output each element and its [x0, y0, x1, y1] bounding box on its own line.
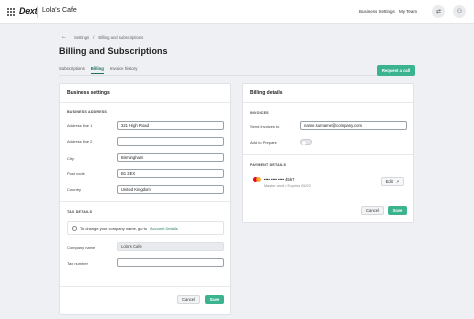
card-expiry: Expires 05/22	[287, 184, 311, 188]
breadcrumb-separator: /	[93, 34, 95, 40]
invoices-label: INVOICES	[250, 111, 269, 115]
post-code-label: Post code	[67, 171, 85, 176]
card-divider	[243, 102, 413, 103]
address-line-1-label: Address line 1	[67, 123, 93, 128]
request-call-button[interactable]: Request a call	[377, 65, 415, 76]
billing-save-button[interactable]: Save	[388, 206, 407, 215]
top-bar: Dext Lola's Cafe Business Settings My Te…	[0, 0, 474, 24]
address-line-2-label: Address line 2	[67, 139, 93, 144]
address-line-1-input[interactable]: 321 High Road	[117, 121, 224, 130]
account-details-link[interactable]: Account Details	[150, 226, 178, 231]
card-divider	[60, 286, 230, 287]
business-settings-card: Business settings BUSINESS ADDRESS Addre…	[59, 83, 231, 315]
billing-cancel-button[interactable]: Cancel	[361, 206, 384, 215]
dext-logo[interactable]: Dext	[19, 6, 38, 16]
breadcrumb-settings[interactable]: Settings	[74, 35, 89, 40]
country-label: Country	[67, 187, 82, 192]
tab-subscriptions[interactable]: Subscriptions	[59, 66, 85, 74]
edit-label: Edit	[385, 179, 393, 184]
card-meta: Master card • Expires 05/22	[264, 184, 311, 188]
city-label: City	[67, 156, 74, 161]
city-input[interactable]: Birmingham	[117, 153, 224, 162]
send-invoices-label: Send invoices to	[250, 124, 280, 129]
card-divider	[243, 154, 413, 155]
tab-billing[interactable]: Billing	[90, 66, 104, 74]
country-select[interactable]: United Kingdom	[117, 185, 224, 194]
external-link-icon: ↗	[395, 179, 400, 184]
company-name-label: Company name	[67, 245, 96, 250]
billing-details-card: Billing details INVOICES Send invoices t…	[242, 83, 414, 223]
business-settings-link[interactable]: Business Settings	[359, 9, 395, 14]
tax-number-label: Tax number	[67, 261, 88, 266]
info-icon	[72, 225, 77, 231]
tab-invoice-history[interactable]: Invoice history	[110, 66, 137, 74]
edit-card-button[interactable]: Edit ↗	[381, 177, 404, 186]
card-number: •••• •••• •••• 4567	[264, 177, 295, 182]
business-cancel-button[interactable]: Cancel	[177, 295, 200, 304]
card-divider	[60, 201, 230, 202]
send-invoices-input[interactable]: name.surname@company.com	[300, 121, 407, 130]
card-type: Master card	[264, 184, 285, 188]
business-address-label: BUSINESS ADDRESS	[67, 110, 108, 114]
billing-details-title: Billing details	[250, 90, 283, 96]
tax-number-input[interactable]	[117, 258, 224, 267]
card-meta-separator: •	[285, 184, 287, 188]
post-code-input[interactable]: B1 2EX	[117, 169, 224, 178]
address-line-2-input[interactable]	[117, 137, 224, 146]
company-name-input: Lola's Cafe	[117, 242, 224, 251]
tax-info-text: To change your company name, go to	[80, 225, 147, 231]
topbar-divider	[37, 6, 38, 18]
add-to-prepare-label: Add to Prepare	[250, 140, 277, 145]
tax-info-banner: To change your company name, go to Accou…	[67, 221, 224, 235]
add-to-prepare-toggle[interactable]	[300, 139, 312, 145]
tax-details-label: TAX DETAILS	[67, 210, 93, 214]
card-divider	[60, 102, 230, 103]
business-save-button[interactable]: Save	[205, 295, 224, 304]
tab-bar: Subscriptions Billing Invoice history	[59, 66, 137, 74]
business-settings-title: Business settings	[67, 90, 110, 96]
mastercard-icon	[253, 177, 261, 182]
back-arrow-icon[interactable]: ←	[61, 34, 67, 40]
tabs-divider	[59, 75, 414, 76]
my-team-link[interactable]: My Team	[399, 9, 417, 14]
breadcrumb: ← Settings / Billing and subscriptions	[61, 34, 143, 40]
user-menu-icon[interactable]: ⚇	[453, 5, 466, 18]
app-grid-icon[interactable]	[7, 8, 15, 16]
switch-icon[interactable]: ⇄	[432, 5, 445, 18]
payment-details-label: PAYMENT DETAILS	[250, 163, 287, 167]
company-name[interactable]: Lola's Cafe	[42, 7, 77, 14]
page-title: Billing and Subscriptions	[59, 46, 168, 56]
breadcrumb-current: Billing and subscriptions	[98, 34, 144, 40]
